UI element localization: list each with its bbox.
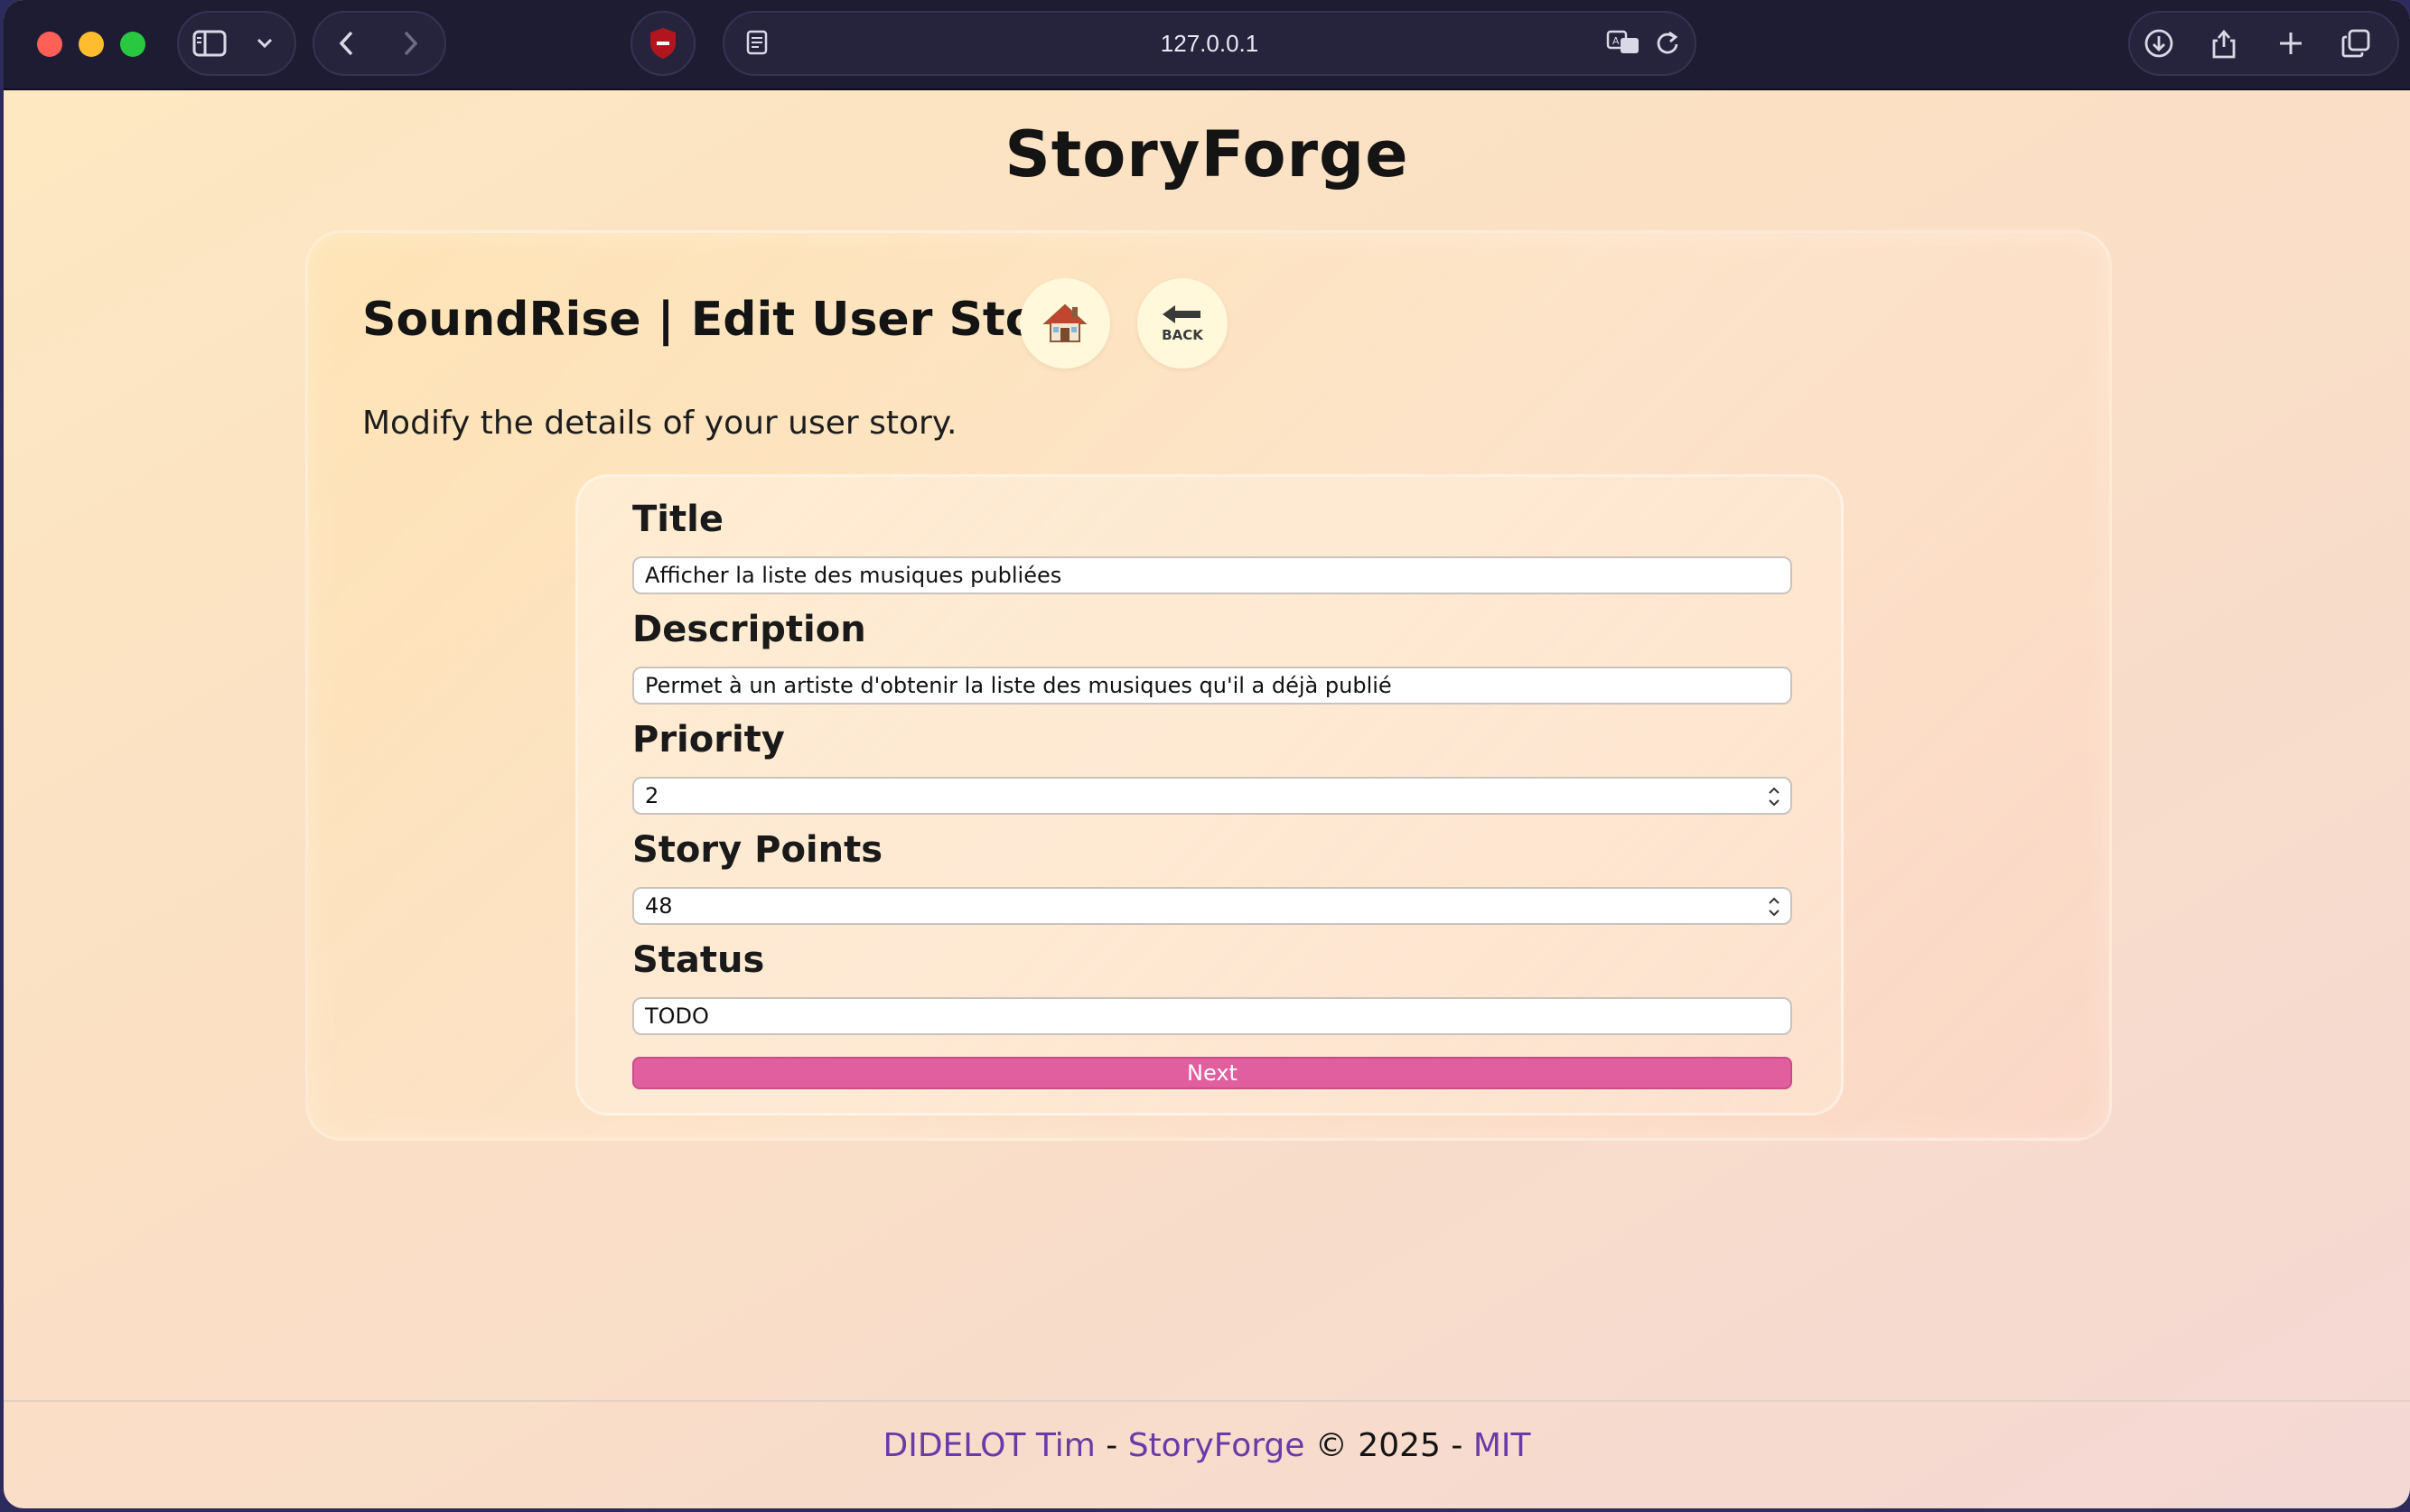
status-input[interactable]: TODO: [632, 997, 1792, 1035]
new-tab-icon[interactable]: [2271, 23, 2311, 63]
close-window-button[interactable]: [37, 32, 62, 57]
address-bar[interactable]: 127.0.0.1 A: [723, 11, 1696, 76]
author-link[interactable]: DIDELOT Tim: [883, 1427, 1096, 1464]
browser-window: 127.0.0.1 A StoryForge SoundRise | Edit …: [4, 0, 2410, 1508]
house-icon: [1042, 303, 1088, 342]
description-input[interactable]: Permet à un artiste d'obtenir la liste d…: [632, 667, 1792, 705]
page-subtitle: Modify the details of your user story.: [362, 405, 957, 442]
copyright-text: © 2025 -: [1304, 1427, 1473, 1464]
history-nav-group: [313, 11, 446, 76]
next-button[interactable]: Next: [632, 1057, 1792, 1089]
downloads-icon[interactable]: [2139, 23, 2179, 63]
footer: DIDELOT Tim - StoryForge © 2025 - MIT: [4, 1427, 2410, 1464]
story-points-label: Story Points: [632, 829, 883, 871]
reload-icon[interactable]: [1648, 23, 1687, 62]
priority-label: Priority: [632, 719, 785, 761]
status-label: Status: [632, 939, 765, 981]
priority-input[interactable]: 2: [632, 777, 1792, 815]
title-input[interactable]: Afficher la liste des musiques publiées: [632, 556, 1792, 594]
home-button[interactable]: [1020, 278, 1110, 369]
story-points-input[interactable]: 48: [632, 887, 1792, 925]
priority-value: 2: [645, 783, 659, 808]
back-button[interactable]: BACK: [1137, 278, 1228, 369]
edit-story-form: Title Afficher la liste des musiques pub…: [575, 474, 1844, 1115]
stepper-icon[interactable]: [1767, 784, 1781, 809]
svg-text:A: A: [1612, 35, 1620, 47]
back-label: BACK: [1162, 327, 1204, 343]
toolbar-actions-group: [2128, 11, 2399, 76]
back-arrow-icon: BACK: [1162, 305, 1204, 343]
edit-story-card: SoundRise | Edit User Story BACK Modify …: [305, 230, 2112, 1141]
chevron-down-icon[interactable]: [249, 23, 280, 63]
stepper-icon[interactable]: [1767, 894, 1781, 919]
sidebar-icon[interactable]: [190, 23, 229, 63]
title-label: Title: [632, 499, 724, 540]
url-text: 127.0.0.1: [1160, 29, 1259, 57]
shield-icon[interactable]: [631, 11, 696, 76]
footer-separator: -: [1095, 1427, 1128, 1464]
tab-overview-icon[interactable]: [2336, 23, 2376, 63]
browser-toolbar: 127.0.0.1 A: [4, 0, 2410, 90]
site-title: StoryForge: [1004, 117, 1409, 191]
footer-divider: [4, 1400, 2410, 1402]
license-link[interactable]: MIT: [1473, 1427, 1531, 1464]
project-link[interactable]: StoryForge: [1128, 1427, 1305, 1464]
share-icon[interactable]: [2204, 23, 2244, 63]
sidebar-toggle-group: [177, 11, 296, 76]
description-label: Description: [632, 609, 866, 650]
page-heading: SoundRise | Edit User Story: [362, 293, 1092, 347]
story-points-value: 48: [645, 893, 673, 919]
back-nav-icon[interactable]: [327, 23, 367, 63]
forward-nav-icon[interactable]: [390, 23, 430, 63]
translate-icon[interactable]: A: [1604, 23, 1644, 62]
zoom-window-button[interactable]: [120, 32, 145, 57]
minimize-window-button[interactable]: [79, 32, 104, 57]
